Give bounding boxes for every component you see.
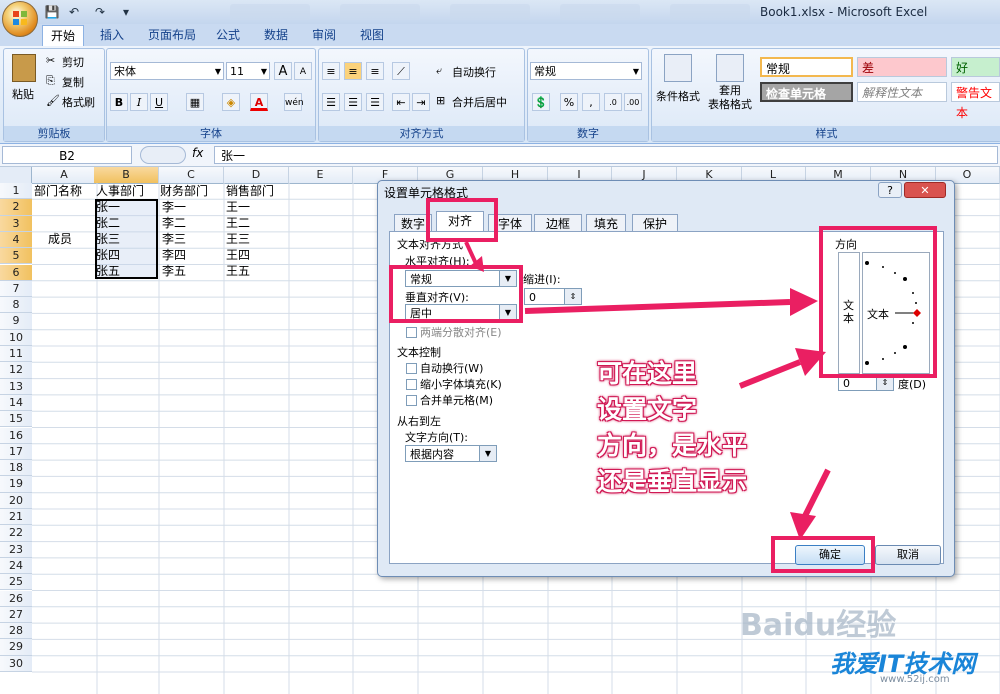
annotation-text: 可在这里 设置文字 方向，是水平 还是垂直显示 bbox=[597, 356, 747, 500]
annotation-arrows bbox=[464, 241, 831, 540]
annotation-line: 可在这里 bbox=[597, 359, 698, 388]
office-logo-icon bbox=[13, 11, 27, 25]
annotation-line: 还是垂直显示 bbox=[597, 467, 748, 496]
baidu-watermark: Baidu经验 bbox=[740, 608, 897, 643]
annotation-line: 方向，是水平 bbox=[597, 431, 748, 460]
office-button[interactable] bbox=[2, 1, 38, 37]
annotation-line: 设置文字 bbox=[597, 395, 698, 424]
url-watermark: www.52ij.com bbox=[880, 674, 950, 685]
